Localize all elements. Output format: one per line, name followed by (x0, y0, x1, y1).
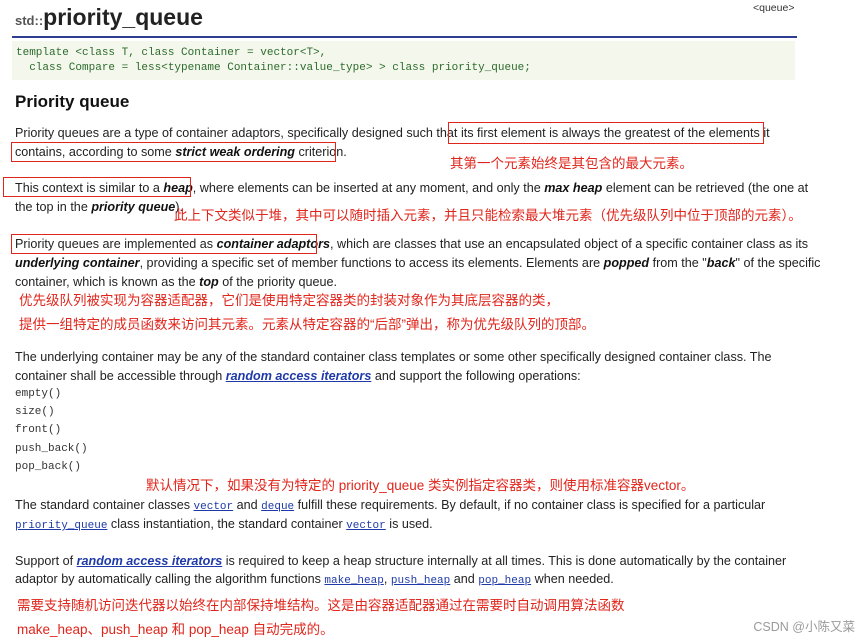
pop-heap-link[interactable]: pop_heap (478, 575, 531, 587)
p3-text: container, which is known as the (15, 275, 200, 289)
title-rule (12, 36, 797, 38)
p2-text: , where elements can be inserted at any … (192, 181, 545, 195)
operation-push-back: push_back() (15, 443, 88, 455)
p2-text: the top in the (15, 200, 92, 214)
p3-term-top: top (199, 275, 219, 289)
p5-text: is used. (385, 517, 433, 531)
annotation-3-line-1: 优先级队列被实现为容器适配器，它们是使用特定容器类的封装对象作为其底层容器的类， (19, 293, 559, 308)
p5-text: class instantiation, the standard contai… (107, 517, 347, 531)
p3-text: " of the specific (735, 256, 821, 270)
p3-term-underlying-container: underlying container (15, 256, 140, 270)
header-tag: <queue> (753, 2, 795, 14)
operation-empty: empty() (15, 388, 62, 400)
deque-link[interactable]: deque (261, 501, 294, 513)
push-heap-link[interactable]: push_heap (391, 575, 450, 587)
random-access-iterators-link-2[interactable]: random access iterators (77, 554, 223, 568)
annotation-5-line-1: 需要支持随机访问迭代器以始终在内部保持堆结构。这是由容器适配器通过在需要时自动调… (17, 598, 625, 613)
highlight-box-2 (11, 142, 336, 162)
p4-line-1: The underlying container may be any of t… (15, 350, 772, 364)
p3-text: , providing a specific set of member fun… (139, 256, 604, 270)
p3-text: from the " (649, 256, 707, 270)
p2-term-priority-queue: priority queue (91, 200, 176, 214)
highlight-box-1 (448, 122, 764, 144)
vector-link-2[interactable]: vector (346, 520, 386, 532)
p3-term-back: back (706, 256, 736, 270)
watermark: CSDN @小陈又菜 (753, 620, 855, 634)
p6-line-1: Support of random access iterators is re… (15, 554, 786, 568)
p5-line-1: The standard container classes vector an… (15, 498, 765, 513)
annotation-5-line-2: make_heap、push_heap 和 pop_heap 自动完成的。 (17, 622, 334, 637)
p2-line-2: the top in the priority queue). (15, 200, 183, 214)
p5-line-2: priority_queue class instantiation, the … (15, 517, 433, 532)
random-access-iterators-link[interactable]: random access iterators (226, 369, 372, 383)
p4-text: and support the following operations: (371, 369, 581, 383)
make-heap-link[interactable]: make_heap (324, 575, 383, 587)
p5-text: The standard container classes (15, 498, 194, 512)
highlight-box-3 (3, 177, 191, 197)
p5-text: fulfill these requirements. By default, … (294, 498, 766, 512)
operation-pop-back: pop_back() (15, 461, 82, 473)
p2-text: element can be retrieved (the one at (602, 181, 809, 195)
annotation-4: 默认情况下，如果没有为特定的 priority_queue 类实例指定容器类，则… (146, 478, 695, 493)
p3-line-2: underlying container, providing a specif… (15, 256, 820, 270)
title-name: priority_queue (43, 4, 203, 30)
vector-link[interactable]: vector (194, 501, 234, 513)
declaration-block: template <class T, class Container = vec… (12, 41, 795, 80)
p6-text: adaptor by automatically calling the alg… (15, 572, 325, 586)
highlight-box-4 (11, 234, 317, 254)
p3-line-3: container, which is known as the top of … (15, 275, 337, 289)
annotation-2: 此上下文类似于堆，其中可以随时插入元素，并且只能检索最大堆元素（优先级队列中位于… (174, 208, 802, 223)
section-heading: Priority queue (15, 92, 130, 111)
operation-size: size() (15, 406, 55, 418)
annotation-3-line-2: 提供一组特定的成员函数来访问其元素。元素从特定容器的“后部”弹出，称为优先级队列… (19, 317, 595, 332)
priority-queue-link[interactable]: priority_queue (15, 520, 107, 532)
p6-text: is required to keep a heap structure int… (222, 554, 787, 568)
declaration-line-2: class Compare = less<typename Container:… (16, 62, 531, 74)
p4-text: container shall be accessible through (15, 369, 226, 383)
p6-text: Support of (15, 554, 77, 568)
p6-line-2: adaptor by automatically calling the alg… (15, 572, 614, 587)
p5-text: and (233, 498, 262, 512)
p6-text: , (383, 572, 391, 586)
annotation-1: 其第一个元素始终是其包含的最大元素。 (450, 156, 693, 171)
declaration-line-1: template <class T, class Container = vec… (16, 47, 327, 59)
p6-text: when needed. (531, 572, 614, 586)
p3-term-popped: popped (603, 256, 650, 270)
page-title: std::priority_queue (15, 4, 203, 31)
p6-text: and (450, 572, 479, 586)
p2-term-max-heap: max heap (544, 181, 603, 195)
p1-text: Priority queues are a type of container … (15, 126, 461, 140)
operation-front: front() (15, 424, 62, 436)
p4-line-2: container shall be accessible through ra… (15, 369, 581, 383)
title-namespace: std:: (15, 13, 44, 28)
p3-text: , which are classes that use an encapsul… (329, 237, 809, 251)
p3-text: of the priority queue. (218, 275, 338, 289)
